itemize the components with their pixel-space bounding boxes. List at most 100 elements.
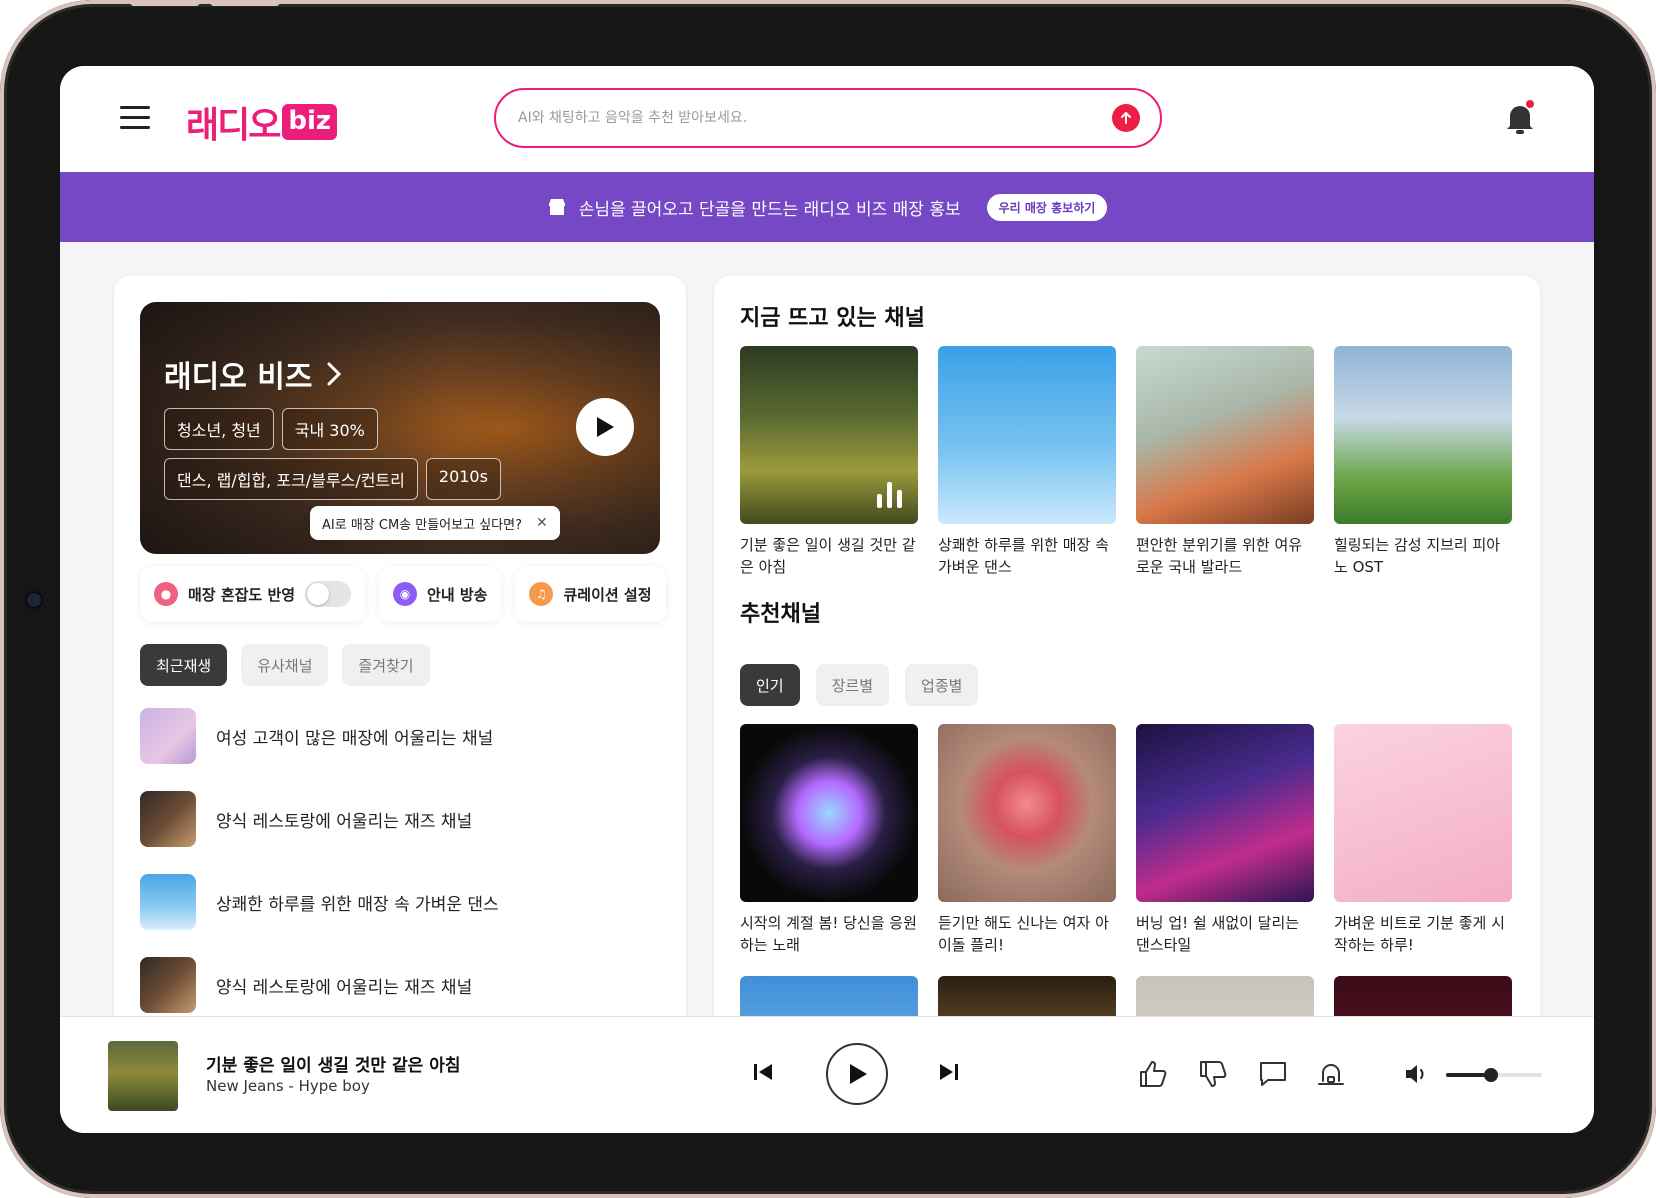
- speaker-icon: ◉: [393, 582, 418, 606]
- cm-song-tooltip[interactable]: AI로 매장 CM송 만들어보고 싶다면? ✕: [310, 506, 560, 540]
- channel-browser-panel: 지금 뜨고 있는 채널 기분 좋은 일이 생길 것만 같은 아침 상쾌한 하루를…: [714, 276, 1540, 1036]
- tab-recent[interactable]: 최근재생: [140, 644, 228, 686]
- now-playing-title: 기분 좋은 일이 생길 것만 같은 아침: [206, 1056, 461, 1076]
- recent-channel-list: 여성 고객이 많은 매장에 어울리는 채널 양식 레스토랑에 어울리는 재즈 채…: [140, 708, 660, 1036]
- left-tabs: 최근재생 유사채널 즐겨찾기: [140, 644, 430, 686]
- logo-badge: biz: [282, 104, 338, 140]
- crowd-label: 매장 혼잡도 반영: [188, 585, 296, 604]
- channel-title: 힐링되는 감성 지브리 피아노 OST: [1334, 536, 1501, 576]
- list-item[interactable]: 양식 레스토랑에 어울리는 재즈 채널: [140, 957, 660, 1013]
- crowd-toggle[interactable]: [305, 581, 352, 607]
- channel-thumbnail: [140, 874, 196, 930]
- recommended-card[interactable]: 버닝 업! 쉴 새없이 달리는 댄스타일: [1136, 724, 1314, 956]
- volume-icon[interactable]: [1404, 1059, 1428, 1089]
- tab-industry[interactable]: 업종별: [905, 664, 979, 706]
- camera-icon: [27, 593, 41, 607]
- app-logo[interactable]: 래디오 biz: [186, 96, 338, 148]
- curation-settings-button[interactable]: ♫ 큐레이션 설정: [515, 566, 666, 622]
- play-icon: [850, 1064, 867, 1084]
- tab-genre[interactable]: 장르별: [815, 664, 890, 706]
- era-chip: 2010s: [425, 458, 501, 500]
- crowd-level-control[interactable]: ● 매장 혼잡도 반영: [140, 566, 366, 622]
- channel-cover: [1334, 724, 1512, 902]
- comment-icon[interactable]: [1258, 1059, 1288, 1089]
- recommended-title: 추천채널: [740, 602, 821, 627]
- channel-title: 가벼운 비트로 기분 좋게 시작하는 하루!: [1334, 914, 1505, 954]
- now-playing-cover[interactable]: [108, 1041, 178, 1111]
- main-content: 래디오 비즈 청소년, 청년 국내 30% 댄스, 랩/힙합, 포크/블루스/컨…: [60, 242, 1594, 1082]
- play-button[interactable]: [826, 1043, 888, 1105]
- channel-title: 여성 고객이 많은 매장에 어울리는 채널: [216, 728, 494, 749]
- channel-cover: [1136, 724, 1314, 902]
- list-item[interactable]: 여성 고객이 많은 매장에 어울리는 채널: [140, 708, 660, 764]
- channel-cover: [938, 346, 1116, 524]
- device-button: [130, 0, 200, 6]
- notification-bell-icon[interactable]: [1504, 100, 1536, 136]
- play-icon: [597, 417, 614, 437]
- next-track-icon[interactable]: [938, 1061, 960, 1083]
- tab-similar[interactable]: 유사채널: [241, 644, 329, 686]
- send-arrow-icon[interactable]: [1112, 104, 1140, 132]
- promote-store-button[interactable]: 우리 매장 홍보하기: [986, 193, 1108, 221]
- channel-thumbnail: [140, 708, 196, 764]
- list-item[interactable]: 상쾌한 하루를 위한 매장 속 가벼운 댄스: [140, 874, 660, 930]
- app-screen: 래디오 biz 손님을 끌어오고 단골을 만드는 래디오 비즈 매장 홍보 우리…: [60, 66, 1594, 1133]
- audience-chip: 청소년, 청년: [164, 408, 274, 450]
- channel-title: 상쾌한 하루를 위한 매장 속 가벼운 댄스: [938, 536, 1109, 576]
- recommended-grid: 시작의 계절 봄! 당신을 응원하는 노래 듣기만 해도 신나는 여자 아이돌 …: [740, 724, 1512, 956]
- trending-card[interactable]: 편안한 분위기를 위한 여유로운 국내 발라드: [1136, 346, 1314, 578]
- hero-title-text: 래디오 비즈: [164, 360, 313, 395]
- chevron-right-icon: [327, 362, 342, 386]
- volume-slider-handle[interactable]: [1484, 1068, 1499, 1082]
- trending-card[interactable]: 상쾌한 하루를 위한 매장 속 가벼운 댄스: [938, 346, 1116, 578]
- channel-title: 버닝 업! 쉴 새없이 달리는 댄스타일: [1136, 914, 1300, 954]
- tooltip-text: AI로 매장 CM송 만들어보고 싶다면?: [322, 517, 522, 533]
- list-item[interactable]: 양식 레스토랑에 어울리는 재즈 채널: [140, 791, 660, 847]
- promo-banner: 손님을 끌어오고 단골을 만드는 래디오 비즈 매장 홍보 우리 매장 홍보하기: [60, 172, 1594, 242]
- previous-track-icon[interactable]: [752, 1061, 774, 1083]
- hamburger-menu-icon[interactable]: [120, 106, 150, 129]
- device-button: [210, 0, 280, 6]
- alarm-bell-icon[interactable]: [1316, 1059, 1346, 1089]
- banner-text: 손님을 끌어오고 단골을 만드는 래디오 비즈 매장 홍보: [578, 199, 961, 220]
- app-header: 래디오 biz: [60, 66, 1594, 172]
- channel-title: 양식 레스토랑에 어울리는 재즈 채널: [216, 977, 473, 998]
- thumbs-up-icon[interactable]: [1138, 1059, 1168, 1089]
- channel-title: 시작의 계절 봄! 당신을 응원하는 노래: [740, 914, 917, 954]
- curation-label: 큐레이션 설정: [563, 585, 652, 604]
- hero-title[interactable]: 래디오 비즈: [164, 352, 342, 396]
- channel-cover: [1334, 346, 1512, 524]
- announce-label: 안내 방송: [427, 585, 488, 604]
- store-icon: [548, 199, 565, 215]
- channel-thumbnail: [140, 957, 196, 1013]
- genre-chip: 댄스, 랩/힙합, 포크/블루스/컨트리: [164, 458, 418, 500]
- hero-play-button[interactable]: [576, 398, 634, 456]
- curation-icon: ♫: [529, 582, 554, 606]
- store-controls: ● 매장 혼잡도 반영 ◉ 안내 방송 ♫ 큐레이션 설정: [140, 566, 666, 622]
- recommended-card[interactable]: 듣기만 해도 신나는 여자 아이돌 플리!: [938, 724, 1116, 956]
- recommended-card[interactable]: 시작의 계절 봄! 당신을 응원하는 노래: [740, 724, 918, 956]
- people-icon: ●: [154, 582, 178, 606]
- trending-card[interactable]: 힐링되는 감성 지브리 피아노 OST: [1334, 346, 1512, 578]
- thumbs-down-icon[interactable]: [1198, 1059, 1228, 1089]
- hero-chip-row: 댄스, 랩/힙합, 포크/블루스/컨트리 2010s: [164, 458, 501, 500]
- volume-slider[interactable]: [1446, 1068, 1542, 1082]
- trending-card[interactable]: 기분 좋은 일이 생길 것만 같은 아침: [740, 346, 918, 578]
- domestic-ratio-chip: 국내 30%: [281, 408, 378, 450]
- channel-thumbnail: [140, 791, 196, 847]
- ai-search-input[interactable]: [518, 104, 1098, 132]
- hero-chip-row: 청소년, 청년 국내 30%: [164, 408, 378, 450]
- close-icon[interactable]: ✕: [536, 515, 548, 531]
- recommended-tabs: 인기 장르별 업종별: [740, 664, 979, 706]
- trending-title: 지금 뜨고 있는 채널: [740, 306, 925, 331]
- recommended-card[interactable]: 가벼운 비트로 기분 좋게 시작하는 하루!: [1334, 724, 1512, 956]
- logo-text: 래디오: [186, 105, 281, 146]
- now-playing-equalizer-icon: [877, 482, 902, 508]
- announcement-button[interactable]: ◉ 안내 방송: [379, 566, 502, 622]
- channel-cover: [740, 724, 918, 902]
- tab-popular[interactable]: 인기: [740, 664, 800, 706]
- channel-title: 듣기만 해도 신나는 여자 아이돌 플리!: [938, 914, 1109, 954]
- ai-search-bar: [494, 88, 1162, 148]
- notification-dot: [1526, 100, 1534, 108]
- tab-favorites[interactable]: 즐겨찾기: [342, 644, 430, 686]
